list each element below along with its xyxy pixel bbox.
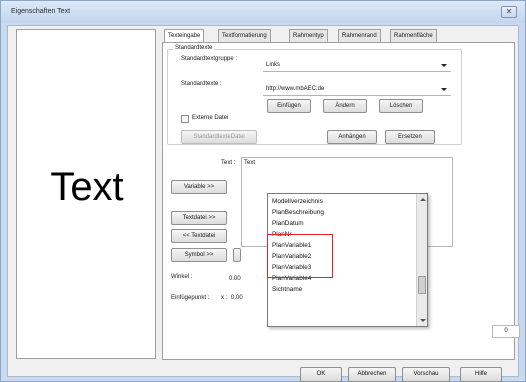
vorschau-button[interactable]: Vorschau	[402, 367, 450, 382]
standardtexte-label: Standardtexte :	[181, 81, 222, 87]
spin-value: 0	[504, 328, 508, 334]
ok-button[interactable]: OK	[300, 367, 342, 382]
back-textdatei-button[interactable]: << Textdatei	[171, 229, 227, 243]
standardtexte-select[interactable]: http://www.mbAEC.de	[263, 83, 451, 96]
winkel-input[interactable]: 0.00	[227, 274, 263, 286]
standardtextgruppe-select[interactable]: Links	[263, 59, 451, 72]
standardtextgruppe-label: Standardtextgruppe :	[181, 56, 238, 62]
externe-datei-label: Externe Datei	[192, 115, 229, 121]
close-button[interactable]: ✕	[501, 6, 517, 18]
planvariable-highlight	[267, 234, 333, 278]
text-label: Text :	[221, 160, 236, 166]
dialog-client-area: Text Texteingabe Textformatierung Rahmen…	[7, 25, 520, 382]
scroll-down-icon[interactable]	[420, 319, 426, 322]
tab-textformatierung[interactable]: Textformatierung	[218, 29, 271, 42]
list-scrollbar[interactable]	[416, 194, 427, 326]
list-item[interactable]: PlanBeschreibung	[272, 208, 324, 217]
x-input[interactable]: 0.00	[229, 293, 265, 305]
standardtextedatei-button[interactable]: StandardtexteDatei	[181, 130, 257, 144]
text-input-value: Text	[244, 160, 256, 166]
symbol-button[interactable]: Symbol >>	[171, 248, 227, 262]
externe-datei-checkbox[interactable]	[181, 115, 189, 123]
variable-button[interactable]: Variable >>	[171, 180, 227, 194]
symbol-extra-button[interactable]	[233, 248, 241, 262]
standardtexte-value: http://www.mbAEC.de	[266, 86, 325, 92]
x-value: 0.00	[231, 295, 243, 301]
list-item[interactable]: PlanDatum	[272, 219, 304, 228]
list-spin-field[interactable]: 0	[492, 325, 520, 338]
chevron-down-icon	[441, 88, 447, 91]
loeschen-button[interactable]: Löschen	[379, 99, 423, 113]
dialog-window: Eigenschaften Text ✕ Text Texteingabe Te…	[0, 0, 526, 382]
ersetzen-button[interactable]: Ersetzen	[385, 130, 435, 144]
window-title: Eigenschaften Text	[11, 8, 71, 15]
list-item[interactable]: Sichtname	[272, 285, 302, 294]
einfuegen-button[interactable]: Einfügen	[267, 99, 311, 113]
x-label: x :	[221, 295, 228, 301]
tab-rahmenflaeche[interactable]: Rahmenfläche	[390, 29, 437, 42]
list-item[interactable]: Modellverzeichnis	[272, 197, 323, 206]
hilfe-button[interactable]: Hilfe	[460, 367, 502, 382]
chevron-down-icon	[441, 64, 447, 67]
standardtexte-group-label: Standardtexte	[173, 45, 215, 51]
tab-rahmenrand[interactable]: Rahmenrand	[338, 29, 381, 42]
abbrechen-button[interactable]: Abbrechen	[348, 367, 396, 382]
winkel-label: Winkel :	[171, 274, 193, 280]
tab-panel-texteingabe: Standardtexte Standardtextgruppe : Links…	[162, 42, 520, 360]
tab-rahmentyp[interactable]: Rahmentyp	[289, 29, 328, 42]
text-preview-panel: Text	[16, 29, 156, 359]
scroll-thumb[interactable]	[418, 276, 426, 294]
standardtextgruppe-value: Links	[266, 62, 281, 68]
anhaengen-button[interactable]: Anhängen	[327, 130, 377, 144]
aendern-button[interactable]: Ändern	[323, 99, 367, 113]
title-bar: Eigenschaften Text ✕	[1, 1, 525, 23]
textdatei-button[interactable]: Textdatei >>	[171, 211, 227, 225]
einfuegepunkt-label: Einfügepunkt :	[171, 295, 210, 301]
preview-text: Text	[50, 165, 124, 209]
winkel-value: 0.00	[229, 276, 241, 282]
resize-grip-icon[interactable]	[508, 366, 516, 374]
tab-texteingabe[interactable]: Texteingabe	[164, 29, 205, 43]
scroll-up-icon[interactable]	[420, 198, 426, 201]
